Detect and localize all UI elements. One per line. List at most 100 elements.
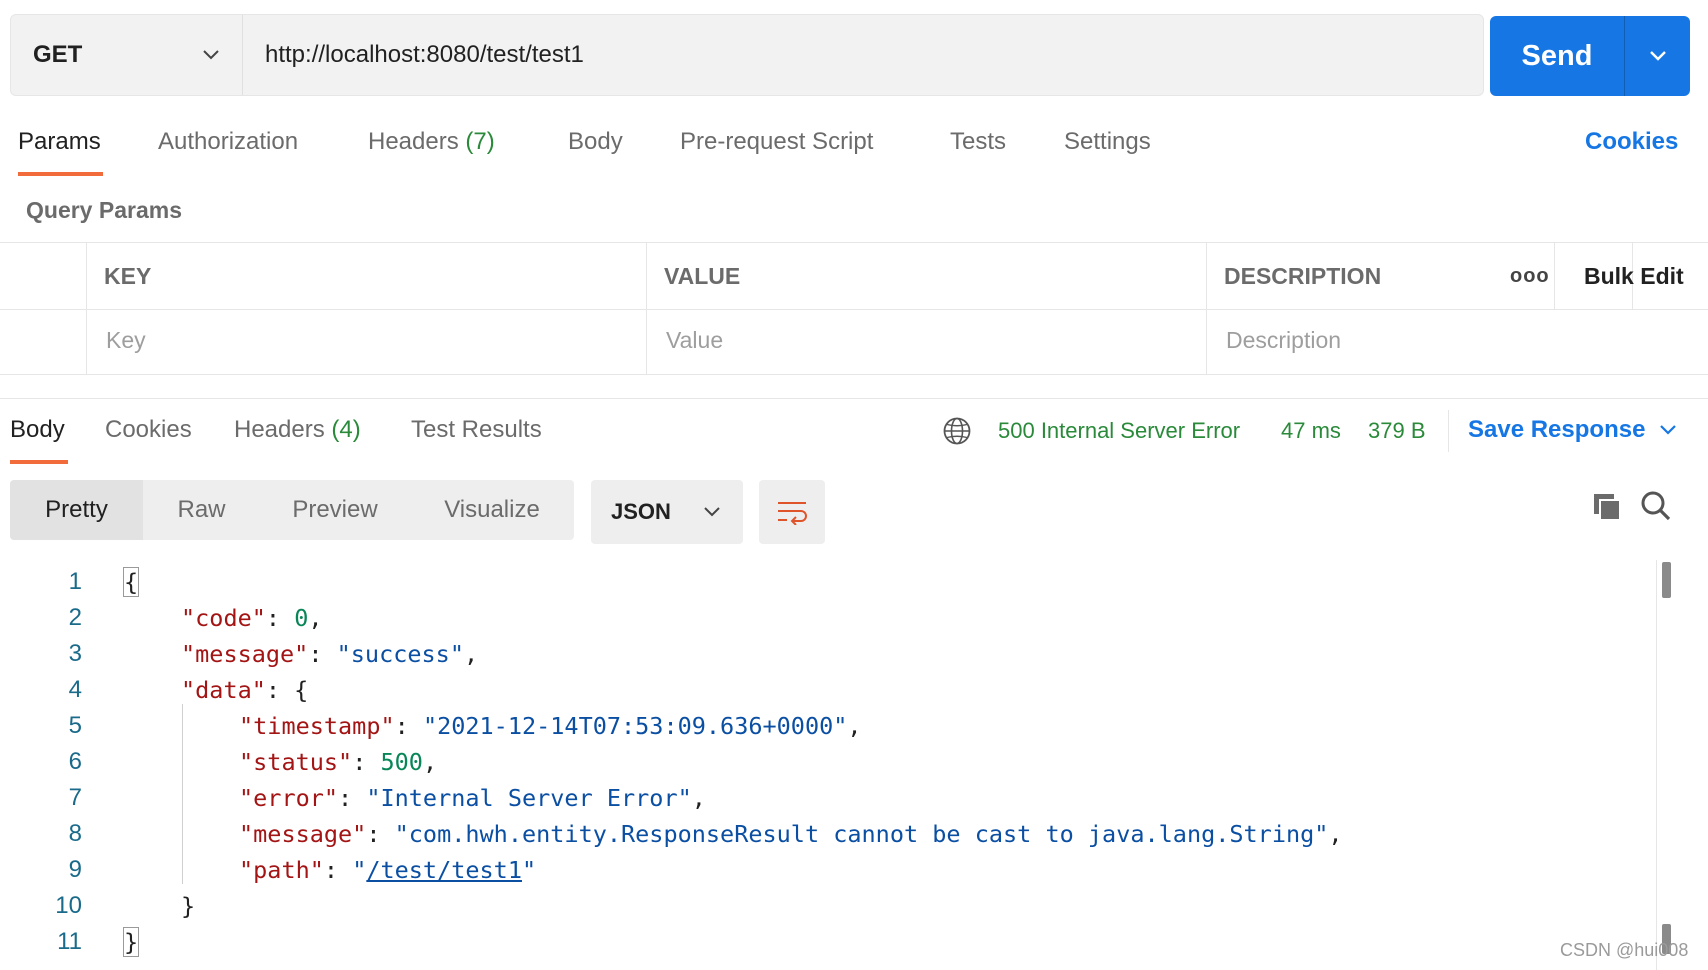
response-tab-test-results[interactable]: Test Results (411, 416, 542, 444)
code-line: "path": "/test/test1" (239, 856, 537, 884)
url-input[interactable]: http://localhost:8080/test/test1 (243, 15, 1483, 95)
save-response-button[interactable]: Save Response (1468, 416, 1677, 444)
view-mode-preview[interactable]: Preview (260, 480, 410, 540)
method-label: GET (33, 41, 83, 68)
tab-headers-label: Headers (368, 128, 459, 155)
chevron-down-icon (1649, 51, 1666, 61)
line-number: 6 (68, 748, 82, 775)
json-value: "success" (336, 640, 464, 668)
cookies-link[interactable]: Cookies (1585, 128, 1678, 156)
json-key: "message" (239, 820, 367, 848)
key-input[interactable]: Key (106, 327, 146, 354)
tab-pre-request-script[interactable]: Pre-request Script (680, 128, 873, 156)
tab-tests[interactable]: Tests (950, 128, 1006, 156)
response-time: 47 ms (1281, 418, 1341, 443)
json-quote: " (352, 856, 367, 884)
code-line: "message": "com.hwh.entity.ResponseResul… (239, 820, 1343, 848)
save-response-label: Save Response (1468, 416, 1646, 443)
tab-settings[interactable]: Settings (1064, 128, 1151, 156)
watermark: CSDN @hui008 (1560, 940, 1689, 960)
column-divider (86, 243, 87, 374)
view-mode-pretty[interactable]: Pretty (10, 480, 143, 540)
json-value: 500 (380, 748, 423, 776)
code-line: "message": "success", (181, 640, 479, 668)
globe-icon[interactable] (942, 416, 972, 446)
search-icon[interactable] (1640, 490, 1672, 522)
tab-params[interactable]: Params (18, 128, 101, 156)
line-number: 7 (68, 784, 82, 811)
response-headers-count: (4) (331, 416, 361, 443)
headers-count-badge: (7) (465, 128, 495, 155)
tab-body[interactable]: Body (568, 128, 623, 156)
view-mode-switcher: Pretty Raw Preview Visualize (10, 480, 574, 540)
code-line: "data": { (181, 676, 309, 704)
json-value: "2021-12-14T07:53:09.636+0000" (422, 712, 848, 740)
response-tab-body[interactable]: Body (10, 416, 65, 444)
wrap-lines-button[interactable] (759, 480, 825, 544)
view-mode-raw[interactable]: Raw (143, 480, 260, 540)
brace-open: { (122, 567, 140, 597)
path-link[interactable]: /test/test1 (366, 856, 522, 884)
column-divider (1554, 243, 1555, 309)
json-key: "timestamp" (239, 712, 395, 740)
scrollbar-thumb[interactable] (1662, 562, 1671, 598)
chevron-down-icon (704, 507, 720, 517)
send-label: Send (1490, 16, 1625, 96)
json-key: "path" (239, 856, 324, 884)
indent-guide (182, 704, 183, 884)
more-options-icon[interactable]: ooo (1510, 265, 1550, 288)
query-params-title: Query Params (26, 197, 182, 223)
format-dropdown[interactable]: JSON (591, 480, 743, 544)
json-key: "message" (181, 640, 309, 668)
query-params-table: KEY VALUE DESCRIPTION ooo Bulk Edit Key … (0, 242, 1708, 375)
active-tab-indicator (10, 460, 68, 464)
json-value: 0 (294, 604, 309, 632)
column-divider (646, 243, 647, 374)
line-number: 11 (57, 928, 82, 955)
response-status: 500 Internal Server Error (998, 418, 1241, 443)
section-divider (0, 398, 1708, 399)
code-line: { (122, 567, 140, 597)
json-key: "error" (239, 784, 339, 812)
request-url-bar: GET http://localhost:8080/test/test1 (10, 14, 1484, 96)
response-tab-cookies[interactable]: Cookies (105, 416, 192, 444)
json-value: "Internal Server Error" (366, 784, 692, 812)
line-number: 5 (68, 712, 82, 739)
response-tab-headers[interactable]: Headers (4) (234, 416, 361, 444)
method-dropdown[interactable]: GET (11, 15, 243, 95)
bulk-edit-button[interactable]: Bulk Edit (1584, 263, 1684, 290)
vertical-divider (1448, 410, 1449, 452)
json-key: "status" (239, 748, 353, 776)
send-button[interactable]: Send (1490, 16, 1690, 96)
code-line: "status": 500, (239, 748, 438, 776)
send-options-button[interactable] (1625, 16, 1690, 96)
tab-authorization[interactable]: Authorization (158, 128, 298, 156)
column-header-key: KEY (104, 263, 152, 289)
chevron-down-icon (203, 50, 219, 60)
json-value: "com.hwh.entity.ResponseResult cannot be… (394, 820, 1329, 848)
line-number: 1 (68, 568, 82, 595)
value-input[interactable]: Value (666, 327, 723, 354)
tab-headers[interactable]: Headers (7) (368, 128, 495, 156)
line-number: 9 (68, 856, 82, 883)
line-number: 8 (68, 820, 82, 847)
code-line: } (122, 927, 140, 957)
chevron-down-icon (1660, 425, 1677, 435)
column-divider (1206, 243, 1207, 374)
description-input[interactable]: Description (1226, 327, 1341, 354)
format-label: JSON (611, 499, 671, 524)
brace-close: } (122, 927, 140, 957)
code-line: "code": 0, (181, 604, 323, 632)
response-tab-headers-label: Headers (234, 416, 325, 443)
json-quote: " (521, 856, 537, 884)
column-header-value: VALUE (664, 263, 741, 289)
line-number: 2 (68, 604, 82, 631)
active-tab-indicator (18, 172, 103, 176)
wrap-lines-icon (778, 502, 807, 525)
view-mode-visualize[interactable]: Visualize (410, 480, 574, 540)
copy-icon[interactable] (1592, 492, 1622, 522)
line-number: 3 (68, 640, 82, 667)
column-header-description: DESCRIPTION (1224, 263, 1382, 289)
line-number: 10 (55, 892, 82, 919)
code-line: "timestamp": "2021-12-14T07:53:09.636+00… (239, 712, 862, 740)
